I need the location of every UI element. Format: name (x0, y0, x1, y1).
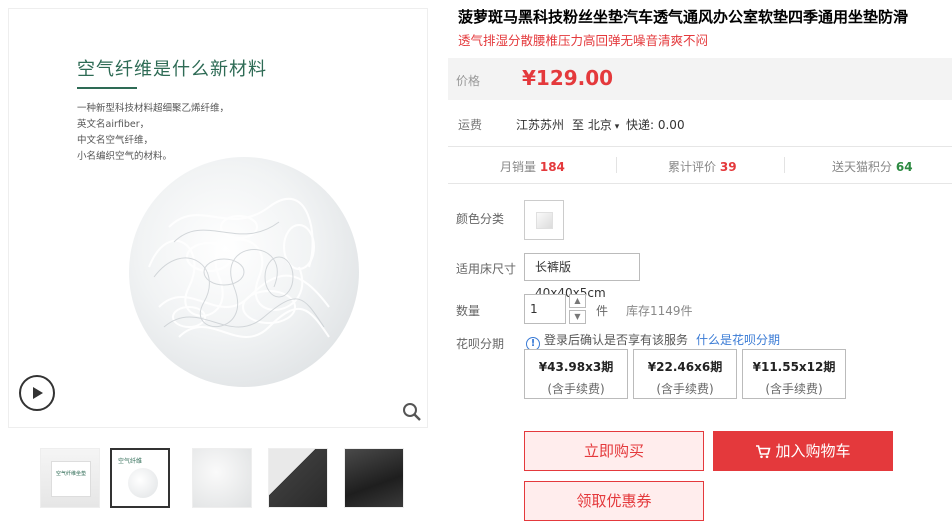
price-value: ¥129.00 (522, 66, 614, 90)
zoom-icon[interactable] (402, 402, 422, 422)
points-label: 送天猫积分 (832, 160, 893, 174)
image-desc-line: 英文名airfiber， (77, 119, 150, 130)
installment-amount: ¥11.55x12期 (752, 360, 836, 374)
quantity-decrease-button[interactable]: ▼ (569, 310, 586, 324)
image-desc-line: 中文名空气纤维， (77, 135, 154, 146)
installment-option-12[interactable]: ¥11.55x12期 (含手续费) (742, 349, 846, 399)
shipping-to-prefix: 至 (572, 118, 585, 132)
shipping-destination-select[interactable]: 至 北京 ▾ (572, 116, 619, 133)
price-box: 价格 ¥129.00 (448, 58, 952, 100)
stock-count: 库存1149件 (626, 304, 693, 318)
buy-now-button[interactable]: 立即购买 (524, 431, 704, 471)
reviews-value: 39 (719, 160, 737, 174)
huabei-info-text: 登录后确认是否享有该服务 (544, 333, 689, 347)
installment-amount: ¥43.98x3期 (538, 360, 614, 374)
get-coupon-button[interactable]: 领取优惠券 (524, 481, 704, 521)
thumbnail-2[interactable]: 空气纤维 (110, 448, 170, 508)
add-to-cart-button[interactable]: 加入购物车 (713, 431, 893, 471)
play-video-button[interactable] (19, 375, 55, 411)
thumbnail-4[interactable] (268, 448, 328, 508)
product-package-thumbnail-icon: 空气纤维坐垫 (51, 461, 91, 497)
quantity-label: 数量 (456, 304, 481, 318)
image-headline-underline (77, 87, 137, 89)
chevron-down-icon: ▼ (574, 312, 581, 321)
thumbnail-1[interactable]: 空气纤维坐垫 (40, 448, 100, 508)
image-desc-line: 一种新型科技材料超细聚乙烯纤维， (77, 103, 230, 114)
installment-fee-note: (含手续费) (656, 382, 714, 396)
thumbnail-label: 空气纤维坐垫 (56, 471, 87, 477)
image-description: 一种新型科技材料超细聚乙烯纤维， 英文名airfiber， 中文名空气纤维， 小… (77, 101, 229, 165)
monthly-sales: 月销量 184 (500, 158, 565, 175)
huabei-info: ! 登录后确认是否享有该服务 什么是花呗分期 (526, 331, 780, 351)
color-option-swatch[interactable] (524, 200, 564, 240)
cart-icon (756, 445, 772, 459)
installment-option-6[interactable]: ¥22.46x6期 (含手续费) (633, 349, 737, 399)
color-label: 颜色分类 (456, 212, 505, 226)
product-subtitle: 透气排湿分散腰椎压力高回弹无噪音清爽不闷 (458, 33, 709, 48)
shipping-destination: 北京 (587, 118, 612, 132)
product-title: 菠萝斑马黑科技粉丝坐垫汽车透气通风办公室软垫四季通用坐垫防滑 (458, 8, 909, 26)
main-product-image[interactable]: 空气纤维是什么新材料 一种新型科技材料超细聚乙烯纤维， 英文名airfiber，… (9, 9, 429, 429)
huabei-label: 花呗分期 (456, 337, 505, 351)
quantity-unit: 件 (596, 304, 609, 318)
quantity-input[interactable] (524, 294, 566, 324)
chevron-down-icon: ▾ (611, 122, 620, 132)
installment-option-3[interactable]: ¥43.98x3期 (含手续费) (524, 349, 628, 399)
tmall-points: 送天猫积分 64 (832, 158, 913, 175)
monthly-sales-value: 184 (539, 160, 565, 174)
product-gallery: 空气纤维是什么新材料 一种新型科技材料超细聚乙烯纤维， 英文名airfiber，… (8, 8, 428, 428)
material-info-thumbnail-icon (128, 468, 158, 498)
points-value: 64 (895, 160, 913, 174)
thumbnail-3[interactable] (192, 448, 252, 508)
stats-divider (616, 157, 617, 173)
quantity-increase-button[interactable]: ▲ (569, 294, 586, 308)
cumulative-reviews[interactable]: 累计评价 39 (668, 158, 737, 175)
add-to-cart-label: 加入购物车 (775, 442, 851, 460)
shipping-origin: 江苏苏州 (516, 118, 565, 132)
size-label: 适用床尺寸 (456, 262, 517, 276)
price-label: 价格 (456, 74, 481, 88)
thumbnail-label: 空气纤维 (118, 458, 143, 465)
installment-amount: ¥22.46x6期 (647, 360, 723, 374)
reviews-label: 累计评价 (668, 160, 717, 174)
play-icon (33, 387, 43, 399)
stats-bar: 月销量 184 累计评价 39 送天猫积分 64 (448, 146, 952, 184)
chevron-up-icon: ▲ (574, 296, 581, 305)
size-option[interactable]: 长裤版40x40x5cm (524, 253, 640, 300)
stats-divider (784, 157, 785, 173)
monthly-sales-label: 月销量 (500, 160, 537, 174)
air-fiber-sphere-image (129, 157, 359, 387)
shipping-fee: 快递: 0.00 (626, 118, 685, 132)
image-headline: 空气纤维是什么新材料 (77, 59, 267, 80)
color-swatch-image (536, 212, 553, 229)
installment-fee-note: (含手续费) (765, 382, 823, 396)
shipping-label: 运费 (458, 118, 483, 132)
huabei-help-link[interactable]: 什么是花呗分期 (696, 333, 780, 347)
fiber-strands-graphic (148, 197, 330, 338)
thumbnail-strip: 空气纤维坐垫 空气纤维 (36, 448, 404, 510)
product-info-panel: 菠萝斑马黑科技粉丝坐垫汽车透气通风办公室软垫四季通用坐垫防滑 透气排湿分散腰椎压… (448, 0, 952, 532)
installment-fee-note: (含手续费) (547, 382, 605, 396)
thumbnail-5[interactable] (344, 448, 404, 508)
